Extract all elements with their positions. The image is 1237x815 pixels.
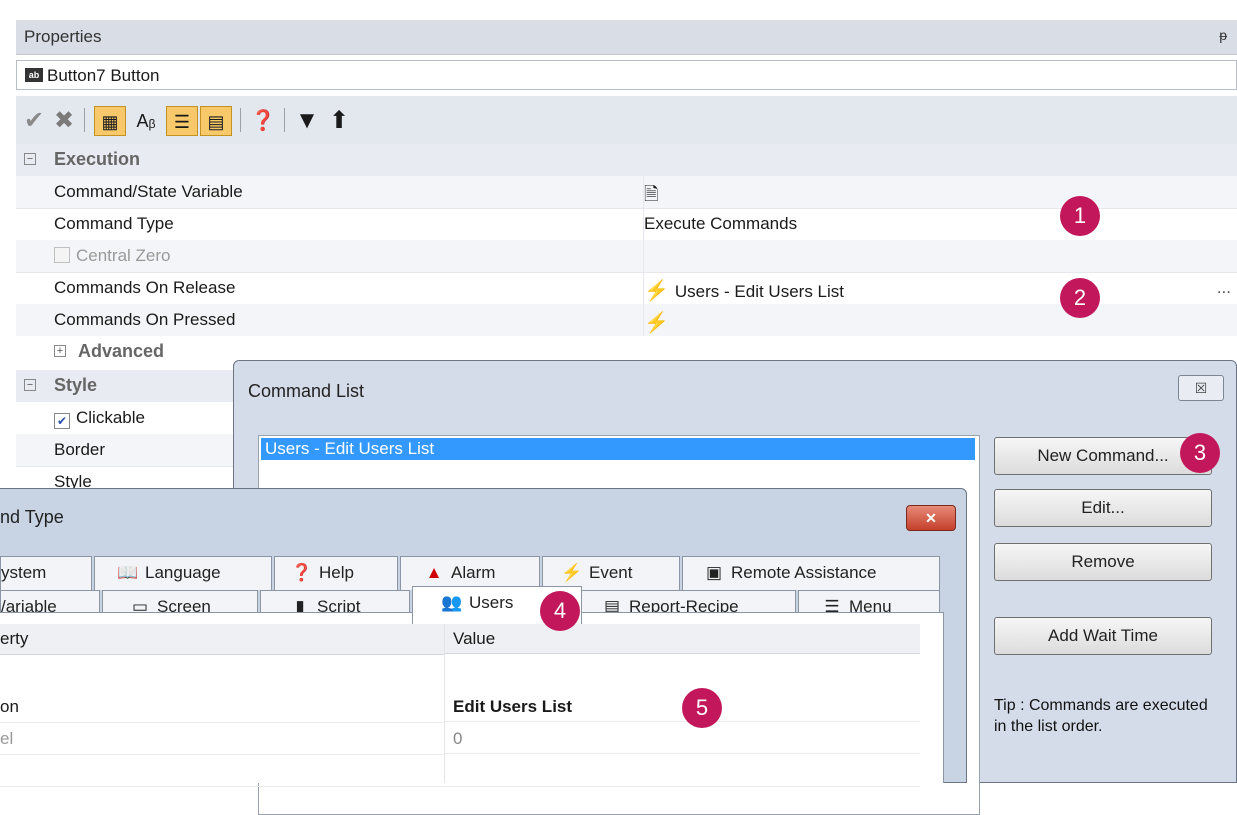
object-label: Button7 Button xyxy=(47,66,160,85)
property-name: Commands On Release xyxy=(54,278,236,297)
property-name: Command/State Variable xyxy=(54,182,243,201)
property-row[interactable]: Commands On Pressed ⚡ xyxy=(16,304,1237,337)
properties-toolbar: ✔ ✖ ▦ Aᵦ ☰ ▤ ❓ ▼ ⬆ xyxy=(16,96,1237,144)
callout-badge-5: 5 xyxy=(682,688,722,728)
property-name: ✔ Clickable xyxy=(54,408,145,429)
check-icon[interactable]: ✔ xyxy=(22,106,46,136)
object-selector[interactable]: ab Button7 Button xyxy=(16,60,1237,90)
book-icon: 📖 xyxy=(117,563,139,582)
button-object-icon: ab xyxy=(25,68,43,82)
category-label: Style xyxy=(54,375,98,395)
toolbar-separator xyxy=(240,108,241,132)
checkbox-central-zero[interactable] xyxy=(54,247,70,263)
property-row[interactable]: Command/State Variable 🗎 xyxy=(16,176,1237,209)
edit-button[interactable]: Edit... xyxy=(994,489,1212,527)
tab-system[interactable]: ystem xyxy=(0,556,92,590)
callout-badge-2: 2 xyxy=(1060,278,1100,318)
users-icon: 👥 xyxy=(441,593,463,612)
callout-badge-4: 4 xyxy=(540,591,580,631)
toolbar-separator xyxy=(284,108,285,132)
callout-badge-3: 3 xyxy=(1180,433,1220,473)
tab-help[interactable]: ❓ Help xyxy=(274,556,398,590)
dialog-title: Command List xyxy=(248,381,365,401)
filter-icon[interactable]: ▼ xyxy=(292,106,322,136)
property-name-disabled: Central Zero xyxy=(54,246,170,266)
properties-title-bar: Properties ᵽ xyxy=(16,20,1237,55)
collapse-icon[interactable]: − xyxy=(24,153,36,165)
alarm-bell-icon: ▲ xyxy=(425,563,443,582)
tab-remote-assistance[interactable]: ▣ Remote Assistance xyxy=(682,556,940,590)
tab-alarm[interactable]: ▲ Alarm xyxy=(400,556,540,590)
property-value[interactable]: Execute Commands xyxy=(644,214,797,234)
collapse-icon[interactable]: − xyxy=(24,379,36,391)
table-cell-value[interactable]: 0 xyxy=(445,724,920,754)
property-name: Commands On Pressed xyxy=(54,310,236,329)
table-row-empty xyxy=(0,756,920,787)
category-label: Execution xyxy=(54,149,141,169)
property-row[interactable]: Commands On Release ⚡ Users - Edit Users … xyxy=(16,272,1237,305)
help-icon: ❓ xyxy=(291,563,313,582)
close-button[interactable]: ✕ xyxy=(906,505,956,531)
tab-language[interactable]: 📖 Language xyxy=(94,556,272,590)
properties-title: Properties xyxy=(24,27,102,46)
property-table: erty Value on Edit Users List el 0 xyxy=(0,624,922,787)
table-cell-property[interactable]: el xyxy=(0,724,444,755)
category-execution[interactable]: − Execution xyxy=(16,144,1237,176)
property-row[interactable]: Command Type Execute Commands xyxy=(16,208,1237,241)
add-wait-time-button[interactable]: Add Wait Time xyxy=(994,617,1212,655)
table-cell-property[interactable]: on xyxy=(0,692,444,723)
property-name: Command Type xyxy=(54,214,174,233)
property-row[interactable]: Central Zero xyxy=(16,240,1237,273)
categorized-icon[interactable]: ▦ xyxy=(94,106,126,136)
tab-event[interactable]: ⚡ Event xyxy=(542,556,680,590)
lightning-icon[interactable]: ⚡ xyxy=(644,310,669,335)
up-icon[interactable]: ⬆ xyxy=(324,106,354,136)
list-item[interactable]: Users - Edit Users List xyxy=(261,438,975,460)
expand-icon[interactable]: + xyxy=(54,345,66,357)
ellipsis-button[interactable]: ... xyxy=(1217,278,1231,298)
tip-text: Tip : Commands are executed in the list … xyxy=(994,697,1208,735)
close-button[interactable]: ☒ xyxy=(1178,375,1224,401)
column-header-property[interactable]: erty xyxy=(0,624,445,655)
lightning-icon: ⚡ xyxy=(561,563,583,582)
toolbar-separator xyxy=(84,108,85,132)
remote-assistance-icon: ▣ xyxy=(705,563,723,582)
checkbox-clickable[interactable]: ✔ xyxy=(54,413,70,429)
help-icon[interactable]: ❓ xyxy=(248,106,278,136)
property-value[interactable]: ⚡ Users - Edit Users List xyxy=(644,278,844,303)
properties-icon[interactable]: ☰ xyxy=(166,106,198,136)
alphabetical-icon[interactable]: Aᵦ xyxy=(130,106,162,136)
property-name: Border xyxy=(54,440,106,459)
dialog-title: nd Type xyxy=(0,507,64,527)
pin-icon[interactable]: ᵽ xyxy=(1219,27,1227,43)
category-label: Advanced xyxy=(78,341,165,361)
remove-button[interactable]: Remove xyxy=(994,543,1212,581)
events-icon[interactable]: ▤ xyxy=(200,106,232,136)
column-header-value[interactable]: Value xyxy=(445,624,920,654)
delete-icon[interactable]: ✖ xyxy=(50,106,78,136)
callout-badge-1: 1 xyxy=(1060,196,1100,236)
column-divider xyxy=(444,624,445,783)
lightning-icon: ⚡ xyxy=(644,280,669,302)
